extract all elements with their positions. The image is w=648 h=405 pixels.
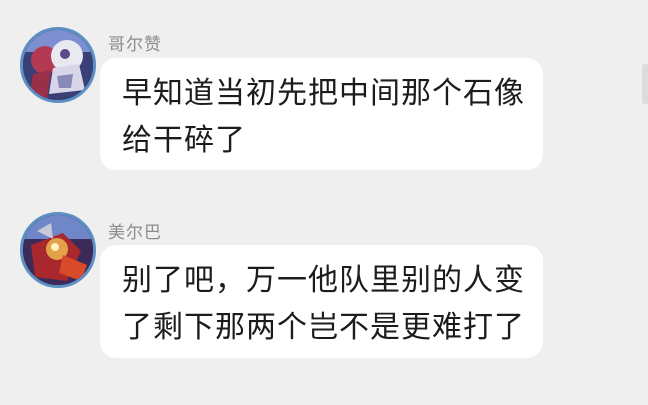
message-line: 给干碎了	[122, 123, 246, 158]
sender-name: 哥尔赞	[108, 35, 162, 55]
message-bubble[interactable]: 早知道当初先把中间那个石像 给干碎了	[100, 58, 543, 170]
hero-avatar-purple-icon	[23, 30, 93, 100]
chat-thread: 哥尔赞 早知道当初先把中间那个石像 给干碎了 美尔巴 别了吧，万一他队里别的人变…	[0, 0, 648, 405]
message-line: 早知道当初先把中间那个石像	[122, 76, 525, 111]
sender-avatar[interactable]	[20, 27, 96, 103]
message-line: 了剩下那两个岂不是更难打了	[122, 310, 525, 345]
sender-name: 美尔巴	[108, 223, 162, 243]
scroll-indicator[interactable]	[642, 64, 648, 104]
sender-avatar[interactable]	[20, 212, 96, 288]
message-bubble[interactable]: 别了吧，万一他队里别的人变 了剩下那两个岂不是更难打了	[100, 245, 543, 358]
hero-avatar-red-icon	[23, 215, 93, 285]
message-line: 别了吧，万一他队里别的人变	[122, 263, 525, 298]
